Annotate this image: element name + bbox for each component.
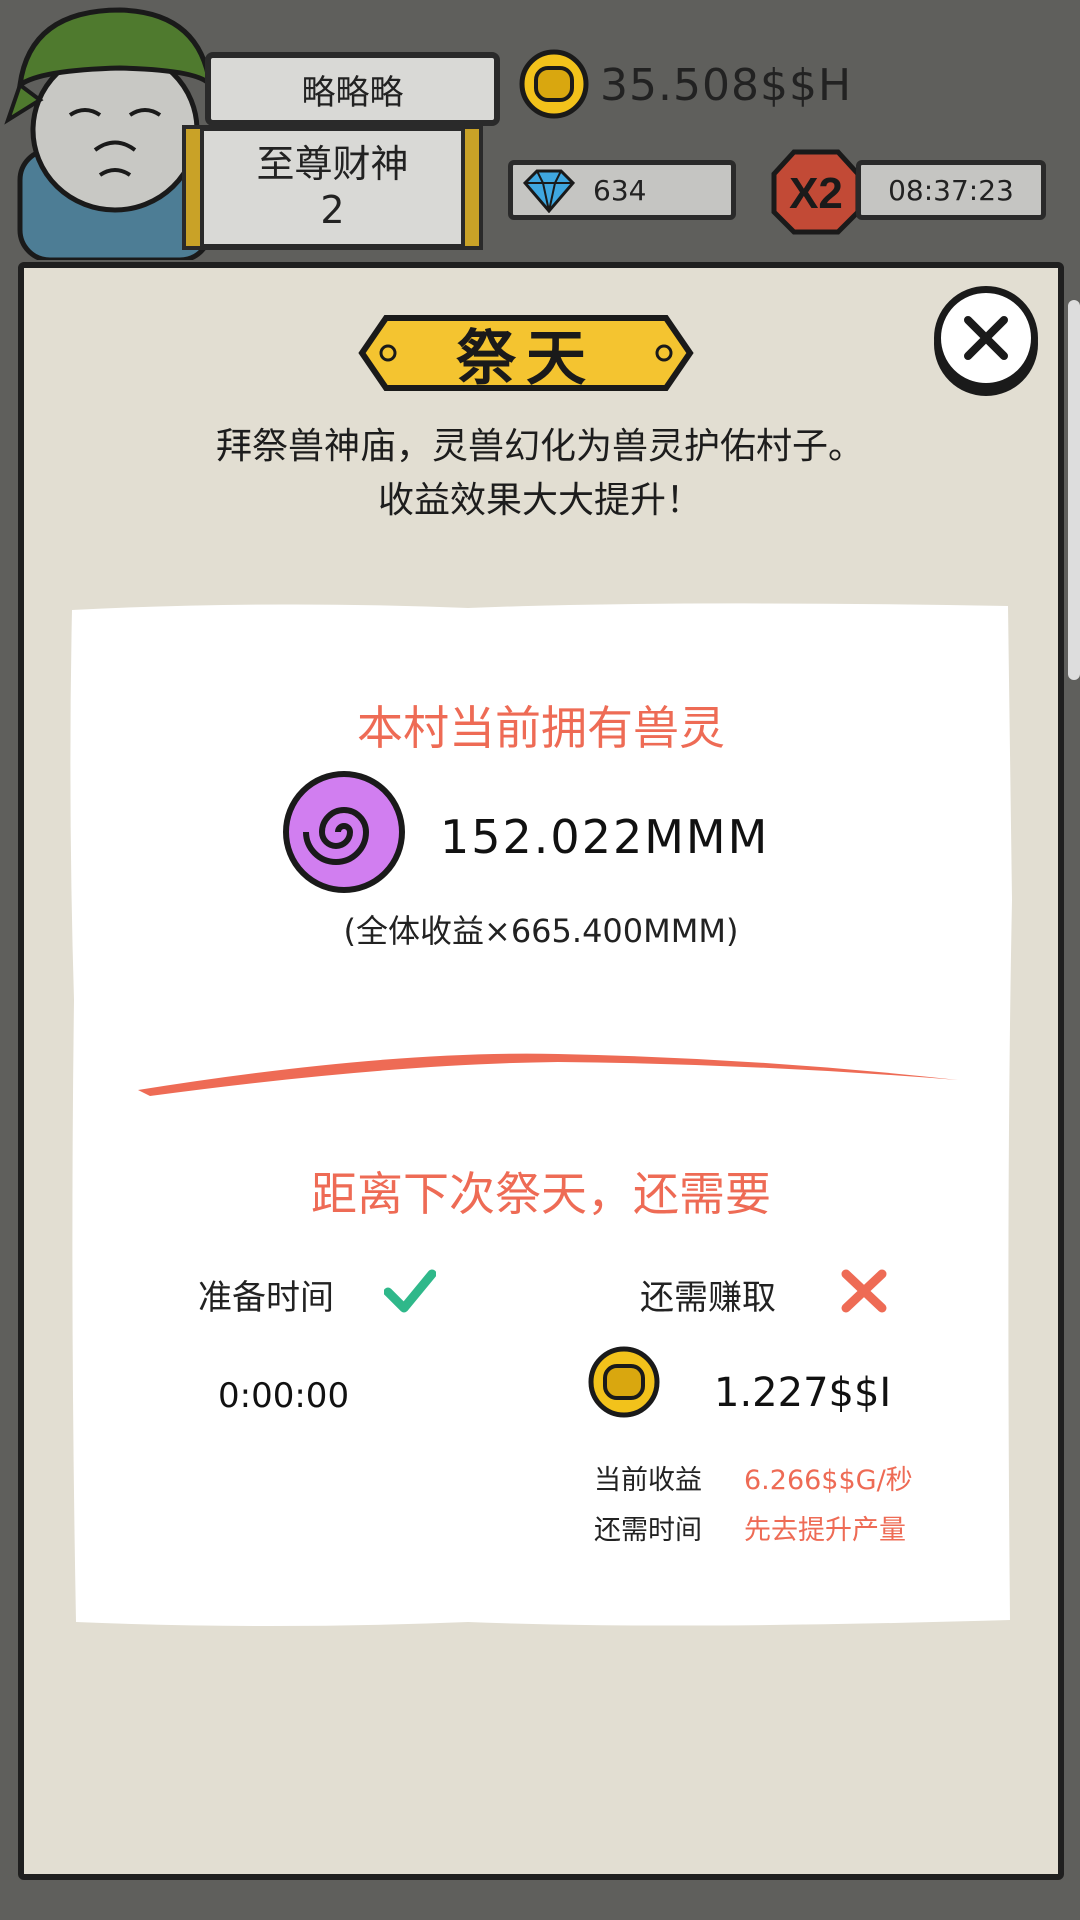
- player-title: 至尊财神: [256, 141, 409, 186]
- plate-post-left: [182, 125, 204, 250]
- spirit-amount: 152.022MMM: [440, 810, 770, 864]
- plate-post-right: [461, 125, 483, 250]
- dialog-title: 祭天: [456, 323, 596, 394]
- boost-label: X2: [789, 169, 843, 218]
- ready-time-label: 准备时间: [198, 1278, 334, 1318]
- ready-time-value: 0:00:00: [218, 1376, 350, 1416]
- cross-icon: [841, 1269, 887, 1313]
- gold-coin-icon: [519, 49, 589, 119]
- dialog-description: 拜祭兽神庙，灵兽幻化为兽灵护佑村子。 收益效果大大提升！: [110, 420, 970, 528]
- gem-amount: 634: [593, 173, 647, 207]
- edge-strip: [1068, 300, 1080, 680]
- boost-timer: 08:37:23: [856, 160, 1046, 220]
- gold-amount: 35.508$$H: [600, 60, 853, 111]
- boost-timer-value: 08:37:23: [888, 173, 1014, 207]
- top-hud: 略略略 至尊财神 2 35.508$$H 634 X2 08:37:23: [0, 0, 1080, 270]
- player-title-plate[interactable]: 至尊财神 2: [182, 125, 483, 250]
- next-sacrifice-title: 距离下次祭天，还需要: [311, 1167, 771, 1221]
- brush-divider: [138, 1053, 958, 1096]
- spirit-swirl-icon: [283, 771, 405, 893]
- check-icon: [384, 1269, 436, 1313]
- player-title-level: 2: [320, 187, 345, 232]
- close-icon: [964, 316, 1008, 360]
- time-needed-label: 还需时间: [594, 1515, 702, 1546]
- info-card: 本村当前拥有兽灵 152.022MMM (全体收益×665.400MMM) 距离…: [68, 600, 1014, 1630]
- diamond-icon: [522, 169, 576, 213]
- time-needed-value[interactable]: 先去提升产量: [744, 1508, 906, 1547]
- current-income-value: 6.266$$G/秒: [744, 1465, 913, 1496]
- earn-needed-value: 1.227$$I: [714, 1370, 892, 1416]
- player-name: 略略略: [301, 72, 404, 113]
- current-income-label: 当前收益: [594, 1465, 702, 1496]
- earn-needed-label: 还需赚取: [640, 1278, 776, 1318]
- gem-counter[interactable]: 634: [508, 160, 736, 220]
- boost-badge-icon[interactable]: X2: [770, 148, 862, 236]
- gold-coin-icon: [588, 1346, 660, 1418]
- player-name-plate[interactable]: 略略略: [205, 52, 500, 126]
- owned-spirit-title: 本村当前拥有兽灵: [357, 701, 725, 755]
- income-bonus: (全体收益×665.400MMM): [343, 912, 739, 950]
- description-line-1: 拜祭兽神庙，灵兽幻化为兽灵护佑村子。: [215, 426, 864, 467]
- close-button[interactable]: [934, 286, 1038, 390]
- description-line-2: 收益效果大大提升！: [377, 480, 702, 521]
